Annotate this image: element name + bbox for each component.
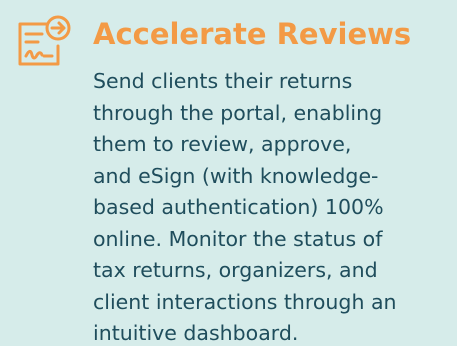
feature-title: Accelerate Reviews bbox=[93, 17, 412, 51]
description-line: based authentication) 100% bbox=[93, 195, 384, 219]
document-arrow-icon bbox=[18, 15, 71, 66]
description-line: and eSign (with knowledge- bbox=[93, 163, 379, 188]
description-line: tax returns, organizers, and bbox=[93, 258, 378, 282]
feature-description: Send clients their returns through the p… bbox=[93, 66, 453, 346]
description-line: intuitive dashboard. bbox=[93, 321, 299, 345]
description-line: Send clients their returns bbox=[93, 69, 353, 93]
description-line: online. Monitor the status of bbox=[93, 226, 383, 251]
feature-card: Accelerate Reviews Send clients their re… bbox=[0, 0, 457, 346]
description-line: client interactions through an bbox=[93, 289, 397, 314]
description-line: through the portal, enabling bbox=[93, 100, 383, 125]
description-line: them to review, approve, bbox=[93, 132, 352, 156]
